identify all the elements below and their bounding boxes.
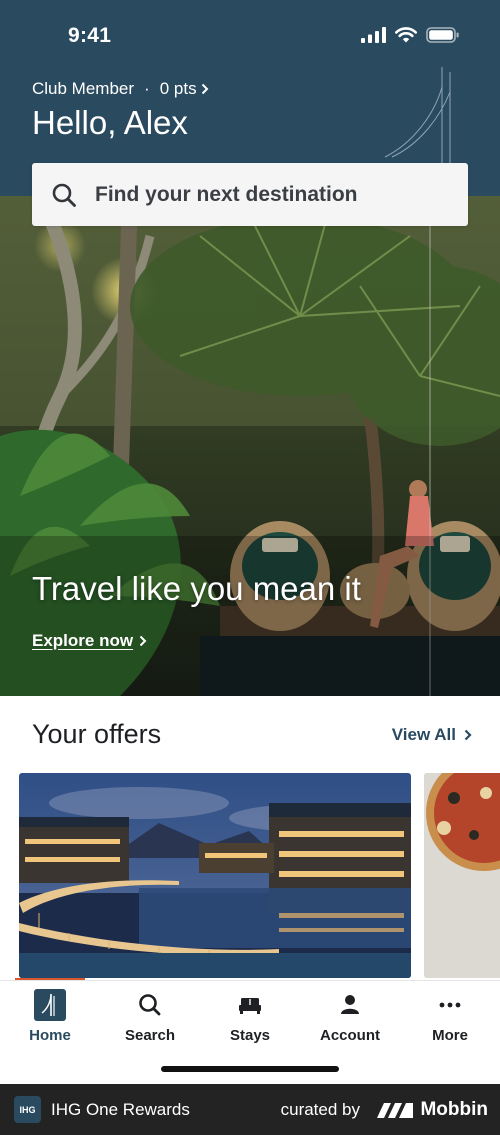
mobbin-label: Mobbin xyxy=(420,1098,488,1120)
tab-more-label: More xyxy=(432,1027,468,1044)
explore-now-label: Explore now xyxy=(32,631,134,650)
tab-stays[interactable]: Stays xyxy=(200,989,300,1044)
home-logo-icon xyxy=(34,989,66,1021)
separator-dot: · xyxy=(144,79,150,98)
hero-banner[interactable] xyxy=(0,196,500,696)
curated-by-label: curated by xyxy=(280,1099,360,1119)
battery-icon xyxy=(426,27,459,43)
cellular-signal-icon xyxy=(361,27,386,43)
offer-card[interactable] xyxy=(19,773,411,978)
person-icon xyxy=(341,995,359,1014)
tab-account[interactable]: Account xyxy=(300,989,400,1044)
tab-search[interactable]: Search xyxy=(100,989,200,1044)
mobbin-brand: Mobbin xyxy=(376,1099,488,1121)
chevron-right-icon xyxy=(139,635,147,647)
tab-search-label: Search xyxy=(124,1027,176,1044)
membership-tier: Club Member xyxy=(32,79,135,98)
tab-account-label: Account xyxy=(320,1027,380,1044)
offers-title: Your offers xyxy=(32,719,162,749)
search-icon xyxy=(51,182,77,208)
points-link[interactable]: 0 pts xyxy=(160,79,209,99)
status-icons xyxy=(361,27,460,43)
home-indicator[interactable] xyxy=(161,1066,339,1072)
offer-resort-image xyxy=(19,773,411,978)
bed-icon xyxy=(239,998,261,1014)
offer-card-food[interactable] xyxy=(424,773,500,978)
attribution-footer: IHG IHG One Rewards curated by Mobbin xyxy=(0,1084,500,1135)
greeting-title: Hello, Alex xyxy=(32,104,188,141)
mobbin-logo-icon xyxy=(377,1102,414,1118)
wifi-icon xyxy=(395,27,417,43)
header-decoration-icon xyxy=(384,67,451,172)
search-placeholder: Find your next destination xyxy=(95,182,358,206)
tab-stays-label: Stays xyxy=(229,1027,271,1044)
offers-header: Your offers View All xyxy=(32,719,472,750)
view-all-label: View All xyxy=(391,724,456,744)
hero-resort-image xyxy=(0,196,500,696)
hero-title: Travel like you mean it xyxy=(32,570,361,607)
view-all-link[interactable]: View All xyxy=(392,725,472,745)
membership-row[interactable]: Club Member · 0 pts xyxy=(32,79,209,99)
explore-now-link[interactable]: Explore now xyxy=(32,631,147,651)
search-icon xyxy=(139,994,161,1016)
tab-home-label: Home xyxy=(29,1027,71,1044)
tab-more[interactable]: More xyxy=(400,989,500,1044)
more-dots-icon xyxy=(439,1002,461,1008)
chevron-right-icon xyxy=(464,729,472,740)
tab-home[interactable]: Home xyxy=(0,989,100,1044)
points-value: 0 pts xyxy=(159,79,197,98)
status-time: 9:41 xyxy=(68,24,112,47)
ihg-app-logo: IHG xyxy=(14,1096,41,1123)
chevron-right-icon xyxy=(201,83,208,95)
app-brand-name: IHG One Rewards xyxy=(51,1099,190,1119)
destination-search-input[interactable]: Find your next destination xyxy=(32,163,468,226)
offer-pizza-image xyxy=(424,773,500,978)
